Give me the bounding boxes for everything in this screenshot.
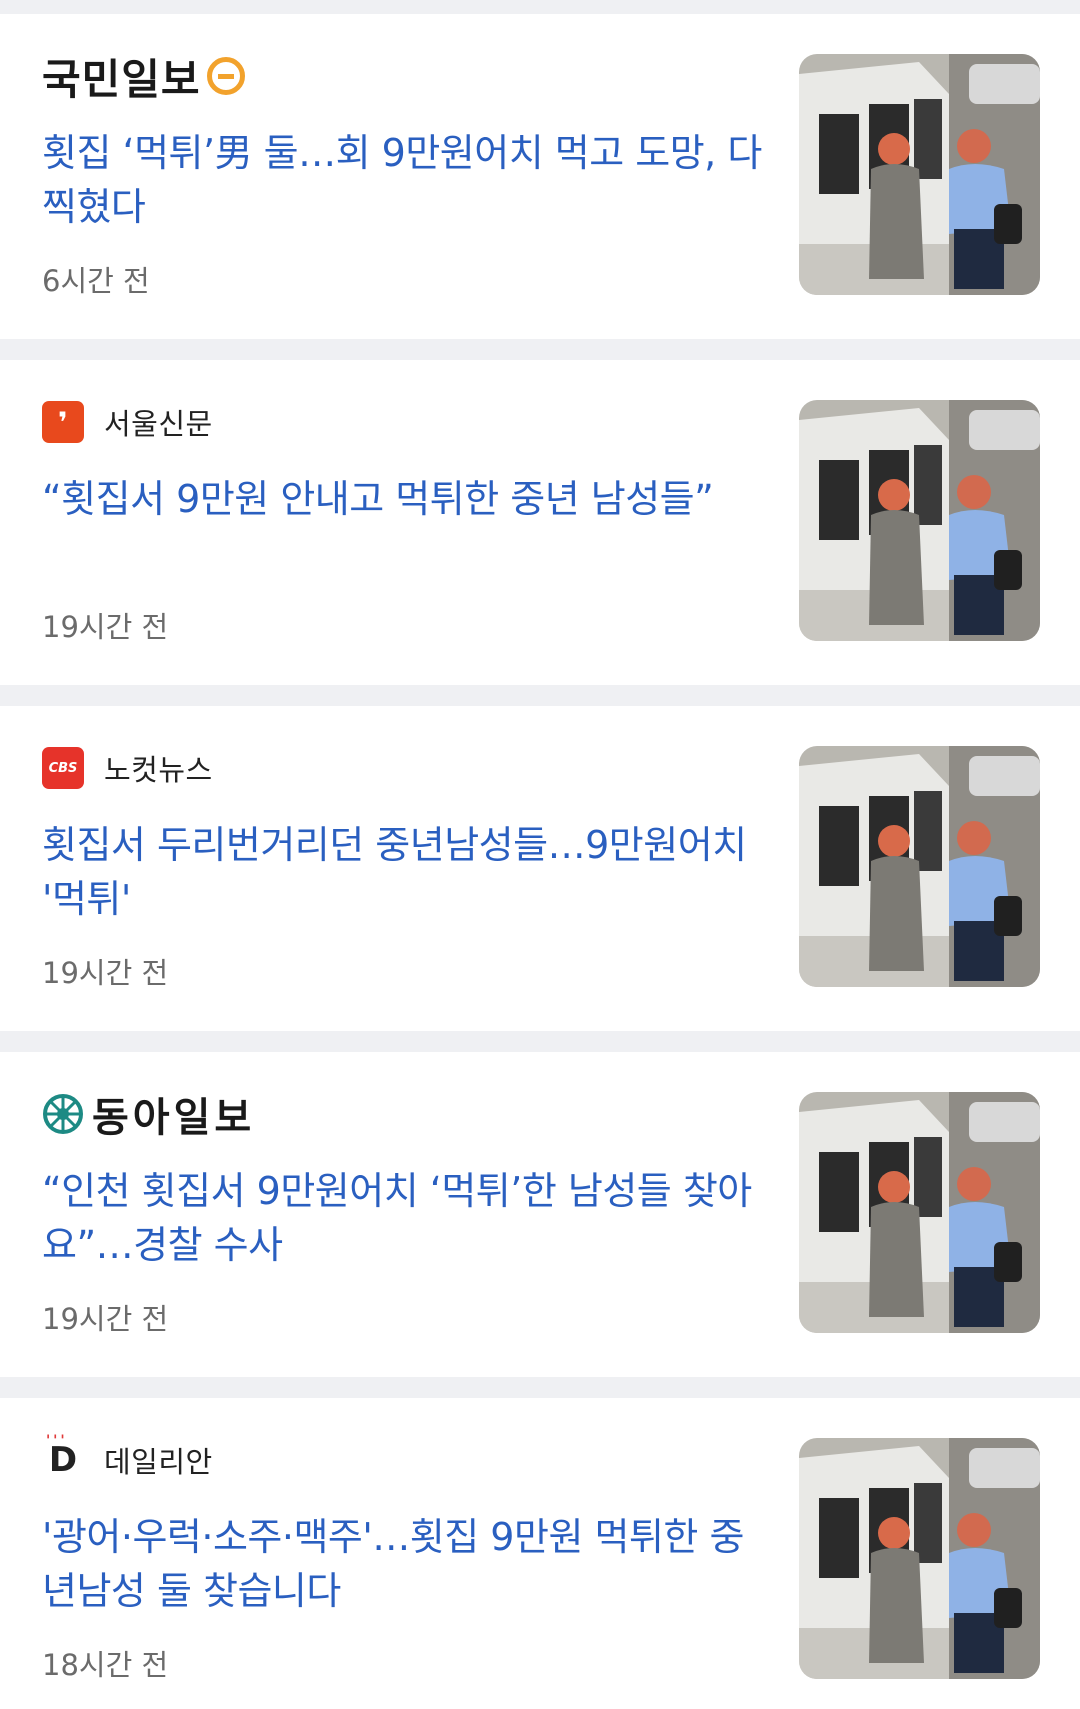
- publisher-name: 국민일보: [42, 54, 201, 104]
- news-card[interactable]: ❜ 서울신문 “횟집서 9만원 안내고 먹튀한 중년 남성들” 19시간 전: [0, 360, 1080, 685]
- thumbnail-image[interactable]: [799, 746, 1040, 987]
- headline-link[interactable]: 횟집 ‘먹튀’男 둘…회 9만원어치 먹고 도망, 다 찍혔다: [42, 126, 762, 234]
- timestamp: 19시간 전: [42, 1302, 169, 1336]
- publisher-name: 동아일보: [92, 1095, 256, 1141]
- timestamp: 18시간 전: [42, 1648, 169, 1682]
- seoul-logo-icon: ❜: [42, 401, 84, 443]
- news-card[interactable]: D 데일리안 '광어·우럭·소주·맥주'…횟집 9만원 먹튀한 중년남성 둘 찾…: [0, 1398, 1080, 1709]
- publisher[interactable]: CBS 노컷뉴스: [42, 741, 213, 795]
- news-feed: 국민일보 횟집 ‘먹튀’男 둘…회 9만원어치 먹고 도망, 다 찍혔다 6시간…: [0, 0, 1080, 1709]
- cctv-photo: [799, 1438, 1040, 1679]
- publisher-name: 서울신문: [104, 407, 213, 441]
- thumbnail-image[interactable]: [799, 1438, 1040, 1679]
- publisher-name: 데일리안: [104, 1445, 213, 1479]
- thumbnail-image[interactable]: [799, 1092, 1040, 1333]
- publisher[interactable]: ❜ 서울신문: [42, 395, 213, 449]
- news-card[interactable]: 동아일보 “인천 횟집서 9만원어치 ‘먹튀’한 남성들 찾아요”…경찰 수사 …: [0, 1052, 1080, 1377]
- headline-link[interactable]: “횟집서 9만원 안내고 먹튀한 중년 남성들”: [42, 472, 762, 526]
- thumbnail-image[interactable]: [799, 54, 1040, 295]
- headline-link[interactable]: 횟집서 두리번거리던 중년남성들…9만원어치 '먹튀': [42, 818, 762, 926]
- news-card[interactable]: CBS 노컷뉴스 횟집서 두리번거리던 중년남성들…9만원어치 '먹튀' 19시…: [0, 706, 1080, 1031]
- donga-logo-icon: [43, 1094, 83, 1134]
- cctv-photo: [799, 1092, 1040, 1333]
- timestamp: 19시간 전: [42, 956, 169, 990]
- timestamp: 19시간 전: [42, 610, 169, 644]
- headline-link[interactable]: '광어·우럭·소주·맥주'…횟집 9만원 먹튀한 중년남성 둘 찾습니다: [42, 1510, 762, 1618]
- dailian-logo-icon: D: [42, 1433, 84, 1481]
- kookmin-logo-icon: [206, 57, 245, 95]
- cctv-photo: [799, 54, 1040, 295]
- cctv-photo: [799, 400, 1040, 641]
- timestamp: 6시간 전: [42, 264, 150, 298]
- publisher[interactable]: 동아일보: [42, 1087, 255, 1141]
- nocut-logo-icon: CBS: [42, 747, 84, 789]
- news-card[interactable]: 국민일보 횟집 ‘먹튀’男 둘…회 9만원어치 먹고 도망, 다 찍혔다 6시간…: [0, 14, 1080, 339]
- headline-link[interactable]: “인천 횟집서 9만원어치 ‘먹튀’한 남성들 찾아요”…경찰 수사: [42, 1164, 762, 1272]
- thumbnail-image[interactable]: [799, 400, 1040, 641]
- publisher-name: 노컷뉴스: [104, 753, 213, 787]
- cctv-photo: [799, 746, 1040, 987]
- publisher[interactable]: D 데일리안: [42, 1433, 213, 1487]
- publisher[interactable]: 국민일보: [42, 49, 245, 104]
